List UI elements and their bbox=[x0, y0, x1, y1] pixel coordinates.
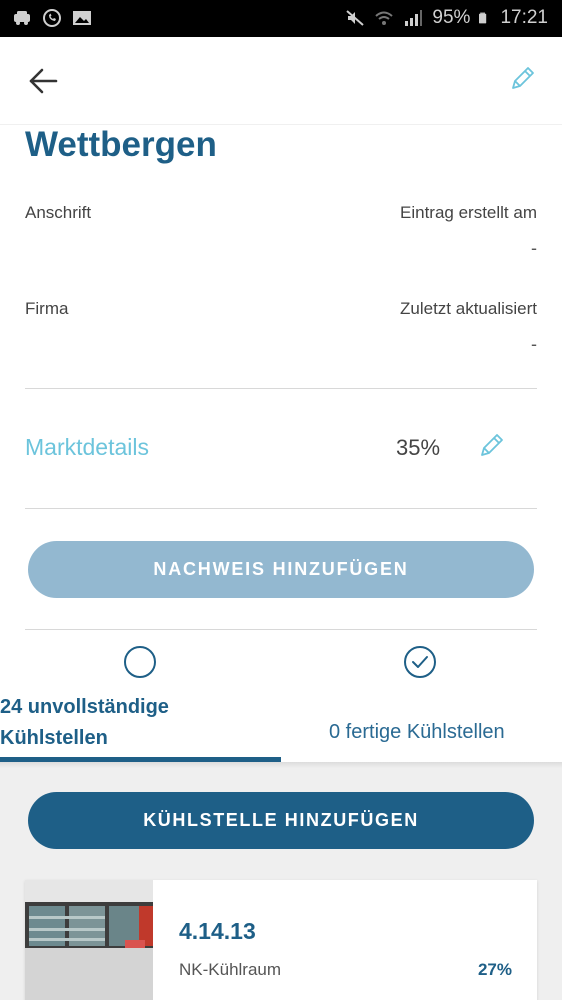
tab-incomplete-label: 24 unvollständige Kühlstellen bbox=[0, 696, 169, 749]
battery-icon bbox=[479, 12, 487, 24]
add-cooling-point-button[interactable]: KÜHLSTELLE HINZUFÜGEN bbox=[28, 792, 534, 849]
company-label: Firma bbox=[25, 299, 69, 318]
cooling-point-id: 4.14.13 bbox=[179, 918, 256, 944]
wifi-icon bbox=[375, 11, 394, 25]
divider bbox=[25, 508, 537, 509]
clock: 17:21 bbox=[500, 7, 548, 28]
updated-value: - bbox=[531, 334, 537, 354]
cooling-point-name: NK-Kühlraum bbox=[179, 960, 282, 979]
add-proof-button[interactable]: NACHWEIS HINZUFÜGEN bbox=[28, 541, 534, 598]
signal-icon bbox=[405, 10, 423, 26]
page-title: Wettbergen bbox=[25, 125, 217, 164]
mute-icon bbox=[346, 10, 365, 26]
market-details-progress: 35% bbox=[396, 435, 441, 460]
image-icon bbox=[73, 11, 91, 25]
divider bbox=[25, 388, 537, 389]
created-value: - bbox=[531, 238, 537, 258]
address-label: Anschrift bbox=[25, 203, 92, 222]
status-bar-right: 95% 17:21 bbox=[345, 7, 548, 29]
market-details-edit-icon[interactable] bbox=[477, 430, 507, 460]
updated-label: Zuletzt aktualisiert bbox=[400, 299, 537, 318]
status-bar-left bbox=[12, 8, 92, 28]
cooling-point-progress: 27% bbox=[477, 960, 512, 979]
car-icon bbox=[14, 11, 30, 25]
circle-outline-icon bbox=[124, 646, 156, 678]
check-circle-icon bbox=[404, 646, 436, 678]
battery-percent: 95% bbox=[432, 7, 471, 28]
cooling-point-thumbnail bbox=[25, 880, 153, 1000]
tab-complete[interactable]: 0 fertige Kühlstellen bbox=[281, 630, 562, 762]
tab-complete-label: 0 fertige Kühlstellen bbox=[329, 721, 505, 743]
whatsapp-icon bbox=[43, 9, 61, 27]
back-arrow-icon[interactable] bbox=[26, 64, 60, 98]
list-item[interactable]: 4.14.13 NK-Kühlraum 27% bbox=[25, 880, 537, 1000]
app-bar bbox=[0, 37, 562, 125]
list-top-shadow bbox=[0, 762, 562, 768]
fridge-photo-image bbox=[25, 880, 153, 1000]
status-bar: 95% 17:21 bbox=[0, 0, 562, 37]
edit-pencil-icon[interactable] bbox=[508, 63, 538, 93]
created-label: Eintrag erstellt am bbox=[400, 203, 537, 222]
tab-incomplete[interactable]: 24 unvollständige Kühlstellen bbox=[0, 630, 281, 762]
market-details-link[interactable]: Marktdetails bbox=[25, 434, 149, 461]
